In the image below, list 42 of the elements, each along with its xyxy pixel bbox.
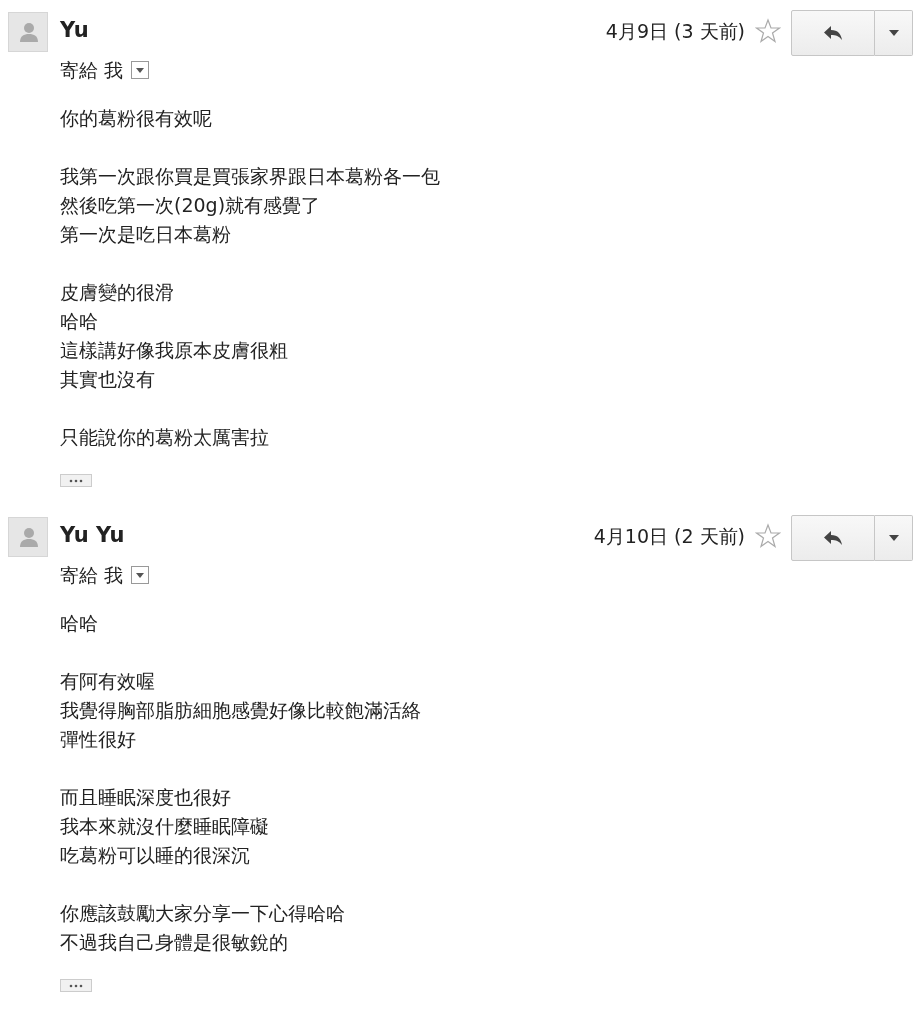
recipient-label: 寄給 我 xyxy=(60,562,124,588)
avatar-icon xyxy=(8,12,48,52)
show-trimmed-button[interactable] xyxy=(60,474,92,487)
message-line: 其實也沒有 xyxy=(60,367,156,392)
message-line: 不過我自己身體是很敏銳的 xyxy=(60,930,289,955)
avatar-icon xyxy=(8,517,48,557)
message-line: 我第一次跟你買是買張家界跟日本葛粉各一包 xyxy=(60,164,441,189)
reply-button[interactable] xyxy=(791,515,875,561)
recipient-label: 寄給 我 xyxy=(60,57,124,83)
star-icon[interactable] xyxy=(755,523,781,549)
message-line: 這樣講好像我原本皮膚很粗 xyxy=(60,338,289,363)
show-trimmed-button[interactable] xyxy=(60,979,92,992)
message-line: 而且睡眠深度也很好 xyxy=(60,785,232,810)
details-toggle-button[interactable] xyxy=(131,566,150,584)
message-line: 我覺得胸部脂肪細胞感覺好像比較飽滿活絡 xyxy=(60,698,422,723)
reply-button[interactable] xyxy=(791,10,875,56)
message-line: 我本來就沒什麼睡眠障礙 xyxy=(60,814,270,839)
message-line: 然後吃第一次(20g)就有感覺了 xyxy=(60,193,322,218)
message-line: 哈哈 xyxy=(60,309,99,334)
message-line: 皮膚變的很滑 xyxy=(60,280,175,305)
message-line: 彈性很好 xyxy=(60,727,137,752)
message-line: 第一次是吃日本葛粉 xyxy=(60,222,232,247)
details-toggle-button[interactable] xyxy=(131,61,150,79)
message-line: 哈哈 xyxy=(60,611,99,636)
reply-icon xyxy=(822,529,844,547)
ellipsis-icon xyxy=(69,478,83,483)
caret-icon xyxy=(136,572,145,578)
caret-icon xyxy=(136,67,145,73)
message-line: 有阿有效喔 xyxy=(60,669,156,694)
message-line: 你的葛粉很有效呢 xyxy=(60,106,213,131)
caret-icon xyxy=(888,30,899,36)
sender-name: Yu xyxy=(60,19,89,41)
message-line: 吃葛粉可以睡的很深沉 xyxy=(60,843,251,868)
star-icon[interactable] xyxy=(755,18,781,44)
caret-icon xyxy=(888,535,899,541)
message-date: 4月9日 (3 天前) xyxy=(605,18,745,44)
reply-icon xyxy=(822,24,844,42)
sender-name: Yu Yu xyxy=(60,524,125,546)
ellipsis-icon xyxy=(69,983,83,988)
message-date: 4月10日 (2 天前) xyxy=(593,523,745,549)
message-line: 你應該鼓勵大家分享一下心得哈哈 xyxy=(60,901,346,926)
message-line: 只能說你的葛粉太厲害拉 xyxy=(60,425,270,450)
